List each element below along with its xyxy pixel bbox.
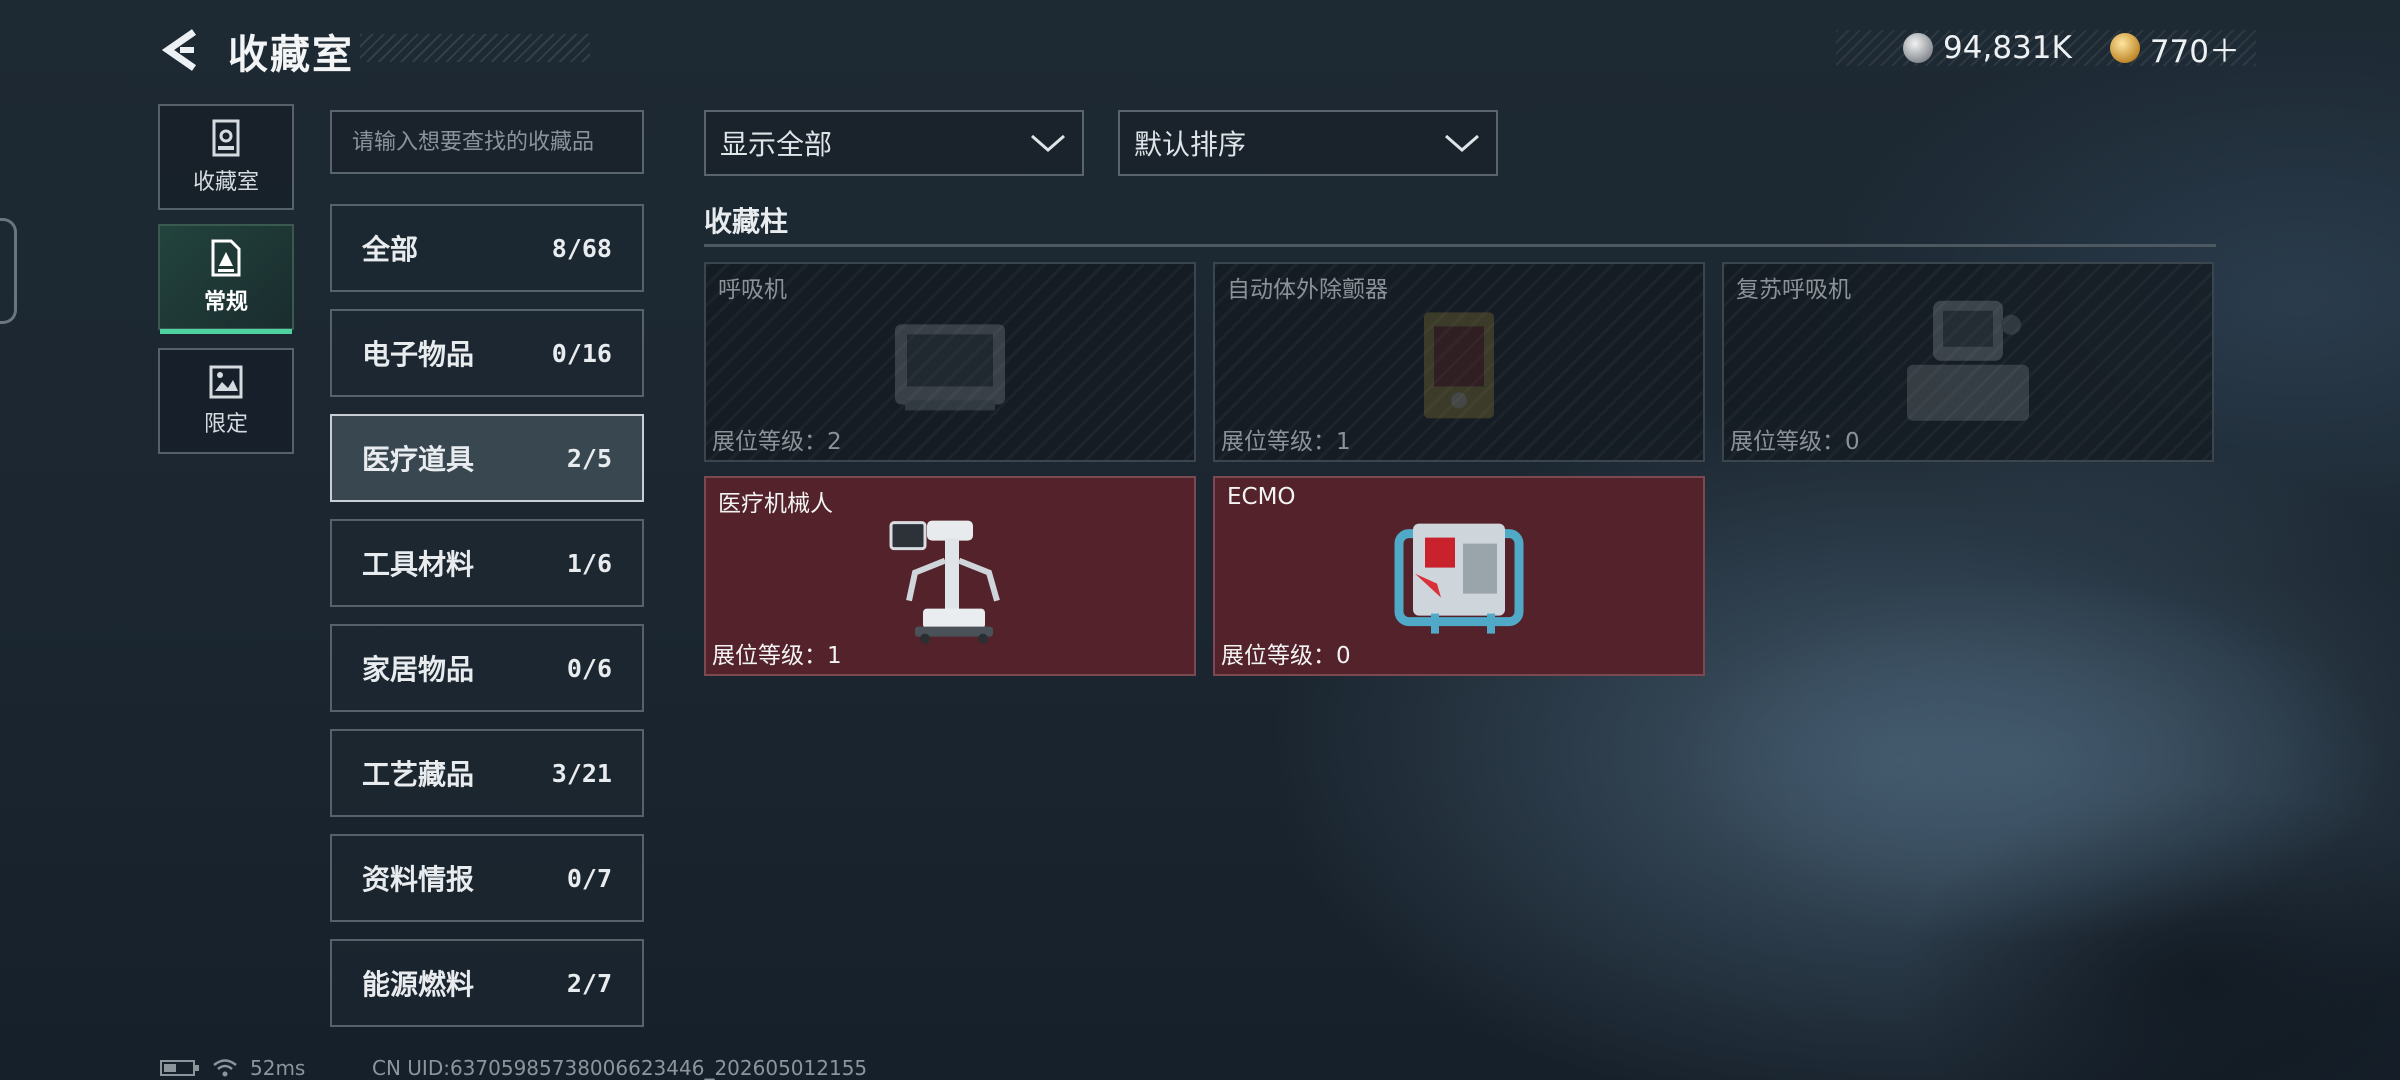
category-name: 家居物品 xyxy=(362,653,475,686)
nav-collection-room[interactable]: 收藏室 xyxy=(158,104,294,210)
medical-robot-icon xyxy=(889,520,1000,644)
card-name: ECMO xyxy=(1227,484,1296,510)
category-count: 8/68 xyxy=(551,233,612,263)
category-count: 0/16 xyxy=(551,338,612,368)
search-input[interactable] xyxy=(332,112,642,172)
category-name: 电子物品 xyxy=(362,338,475,371)
category-intel[interactable]: 资料情报 0/7 xyxy=(330,834,644,922)
nav-label: 常规 xyxy=(203,290,248,315)
wifi-icon xyxy=(213,1059,237,1077)
category-tools[interactable]: 工具材料 1/6 xyxy=(330,519,644,607)
search-box[interactable] xyxy=(330,110,644,174)
category-medical[interactable]: 医疗道具 2/5 xyxy=(330,414,644,502)
card-name: 自动体外除颤器 xyxy=(1227,277,1388,303)
defibrillator-icon xyxy=(1424,312,1494,419)
card-level: 展位等级：2 xyxy=(712,429,842,455)
chevron-down-icon xyxy=(1031,134,1065,152)
chevron-down-icon xyxy=(1445,134,1479,152)
category-count: 2/7 xyxy=(566,968,612,998)
gold-coin-icon xyxy=(2109,33,2140,63)
nav-label: 限定 xyxy=(203,412,248,437)
nav-limited[interactable]: 限定 xyxy=(158,348,294,454)
category-count: 1/6 xyxy=(566,548,612,578)
collection-card-resuscitator[interactable]: 复苏呼吸机 展位等级：0 xyxy=(1722,262,2214,462)
picture-icon xyxy=(209,365,243,399)
ecmo-machine-icon xyxy=(1394,523,1524,634)
card-level: 展位等级：0 xyxy=(1221,643,1351,669)
category-count: 3/21 xyxy=(551,758,612,788)
filter-dropdown-value: 显示全部 xyxy=(720,128,833,161)
category-name: 医疗道具 xyxy=(362,443,475,476)
card-level: 展位等级：0 xyxy=(1730,429,1860,455)
resuscitator-icon xyxy=(1907,300,2029,421)
back-button[interactable] xyxy=(158,28,202,72)
card-level: 展位等级：1 xyxy=(712,643,842,669)
card-level: 展位等级：1 xyxy=(1221,429,1351,455)
category-name: 能源燃料 xyxy=(362,968,475,1001)
collection-card-medical-robot[interactable]: 医疗机械人 展位等级：1 xyxy=(704,476,1196,676)
category-name: 工艺藏品 xyxy=(362,758,475,791)
sort-dropdown-value: 默认排序 xyxy=(1134,128,1247,161)
section-divider xyxy=(704,244,2216,247)
archive-icon xyxy=(212,119,240,157)
battery-icon xyxy=(160,1060,199,1076)
nav-label: 收藏室 xyxy=(192,170,259,195)
collection-card-ventilator[interactable]: 呼吸机 展位等级：2 xyxy=(704,262,1196,462)
category-all[interactable]: 全部 8/68 xyxy=(330,204,644,292)
collection-card-ecmo[interactable]: ECMO 展位等级：0 xyxy=(1213,476,1705,676)
ventilator-icon xyxy=(895,324,1005,411)
category-name: 资料情报 xyxy=(362,863,475,896)
sort-dropdown[interactable]: 默认排序 xyxy=(1118,110,1498,176)
uid-text: CN UID:63705985738006623446_202605012155 xyxy=(372,1056,868,1080)
category-electronics[interactable]: 电子物品 0/16 xyxy=(330,309,644,397)
silver-currency-value: 94,831K xyxy=(1943,30,2072,66)
back-arrow-icon xyxy=(161,29,196,71)
card-name: 复苏呼吸机 xyxy=(1736,277,1851,303)
category-crafts[interactable]: 工艺藏品 3/21 xyxy=(330,729,644,817)
card-name: 呼吸机 xyxy=(718,277,787,303)
page-title: 收藏室 xyxy=(228,32,354,78)
section-title: 收藏柱 xyxy=(704,205,789,238)
filter-dropdown[interactable]: 显示全部 xyxy=(704,110,1084,176)
status-bar: 52ms xyxy=(160,1056,305,1080)
document-icon xyxy=(211,239,241,277)
category-household[interactable]: 家居物品 0/6 xyxy=(330,624,644,712)
category-name: 全部 xyxy=(362,233,419,266)
silver-coin-icon xyxy=(1903,33,1934,63)
title-decoration xyxy=(360,34,590,62)
category-count: 0/7 xyxy=(566,863,612,893)
category-energy[interactable]: 能源燃料 2/7 xyxy=(330,939,644,1027)
nav-regular[interactable]: 常规 xyxy=(158,224,294,334)
category-name: 工具材料 xyxy=(362,548,475,581)
gold-currency-value[interactable]: 770＋ xyxy=(2150,26,2240,71)
collection-card-defibrillator[interactable]: 自动体外除颤器 展位等级：1 xyxy=(1213,262,1705,462)
card-name: 医疗机械人 xyxy=(718,491,833,517)
edge-handle xyxy=(0,218,17,324)
category-count: 0/6 xyxy=(566,653,612,683)
ping-value: 52ms xyxy=(250,1056,306,1080)
category-count: 2/5 xyxy=(566,443,612,473)
currency-bar: 94,831K 770＋ xyxy=(1836,30,2256,70)
